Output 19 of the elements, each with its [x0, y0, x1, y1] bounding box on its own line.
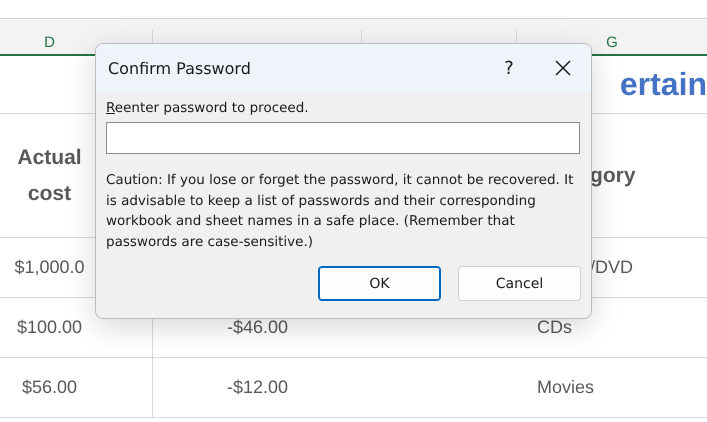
close-icon: [555, 60, 571, 76]
sheet-title: ertain: [620, 66, 707, 103]
ok-button[interactable]: OK: [318, 266, 441, 301]
table-cell-text: gory: [590, 162, 636, 189]
cancel-button[interactable]: Cancel: [458, 266, 581, 301]
table-cell-text: $1,000.0: [14, 256, 85, 280]
caution-text: Caution: If you lose or forget the password, it cannot be recovered. It is advisable to keep a list of passwords and their corresponding workbook and sheet names in a safe place. (Remember that passwords are case-sensitive.): [106, 171, 574, 252]
password-prompt: Reenter password to proceed.: [106, 100, 310, 116]
table-cell-text: /DVD: [590, 256, 634, 280]
table-cell-text: Actual cost: [16, 144, 83, 206]
table-cell-text: Movies: [537, 376, 594, 400]
table-cell-text: -$46.00: [226, 316, 288, 340]
table-cell-text: CDs: [537, 316, 572, 340]
password-field[interactable]: [106, 122, 580, 154]
table-cell-text: $100.00: [16, 316, 82, 340]
table-cell-text: $56.00: [22, 376, 78, 400]
table-cell-text: -$12.00: [226, 376, 288, 400]
help-button[interactable]: ?: [489, 48, 529, 88]
dialog-title: Confirm Password: [108, 58, 252, 78]
